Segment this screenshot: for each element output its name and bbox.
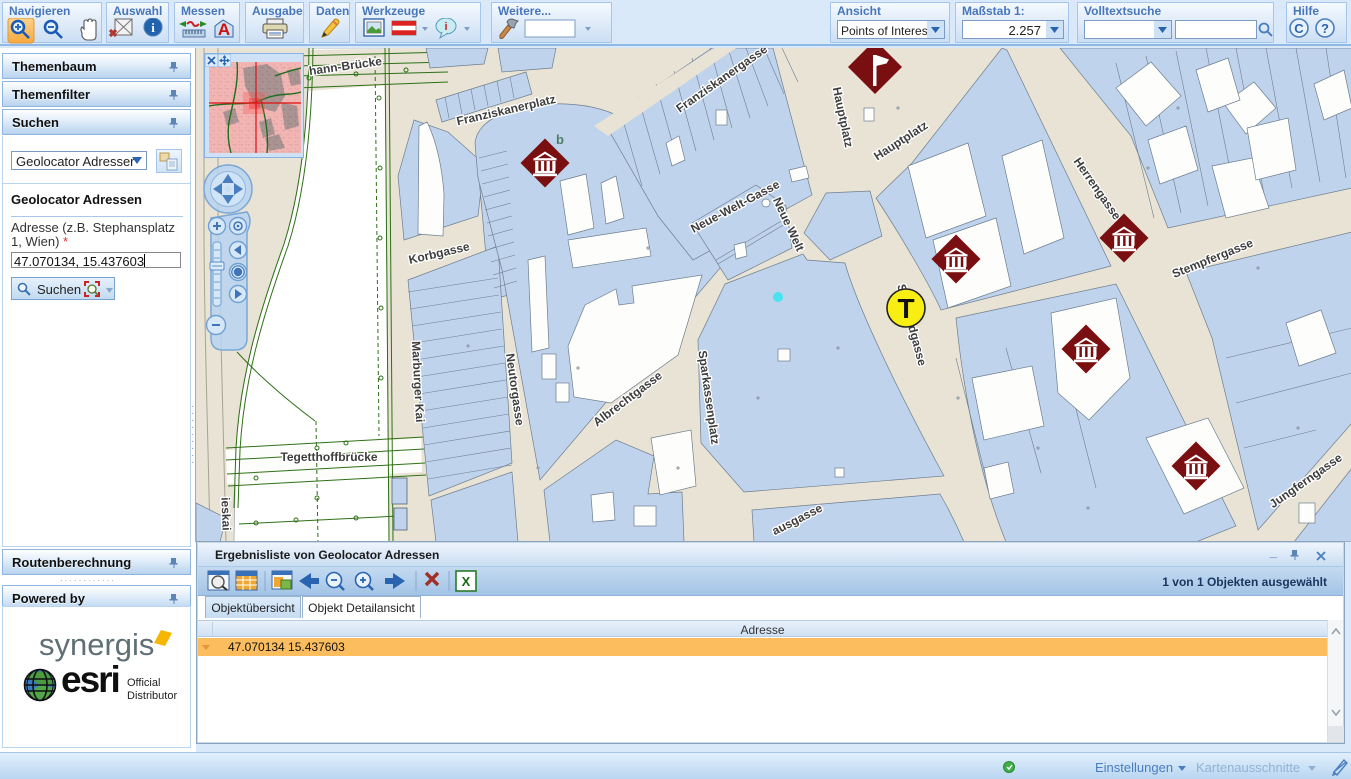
svg-text:A: A	[218, 20, 230, 39]
svg-text:C: C	[1294, 21, 1304, 36]
svg-text:?: ?	[1321, 21, 1329, 36]
svg-text:i: i	[444, 21, 447, 33]
svg-text:T: T	[897, 293, 914, 324]
svg-text:X: X	[462, 574, 471, 589]
svg-text:Tegetthoffbrücke: Tegetthoffbrücke	[280, 450, 377, 464]
svg-text:i: i	[151, 20, 155, 35]
svg-text:b: b	[556, 132, 564, 147]
svg-text:ieskai: ieskai	[218, 497, 233, 531]
